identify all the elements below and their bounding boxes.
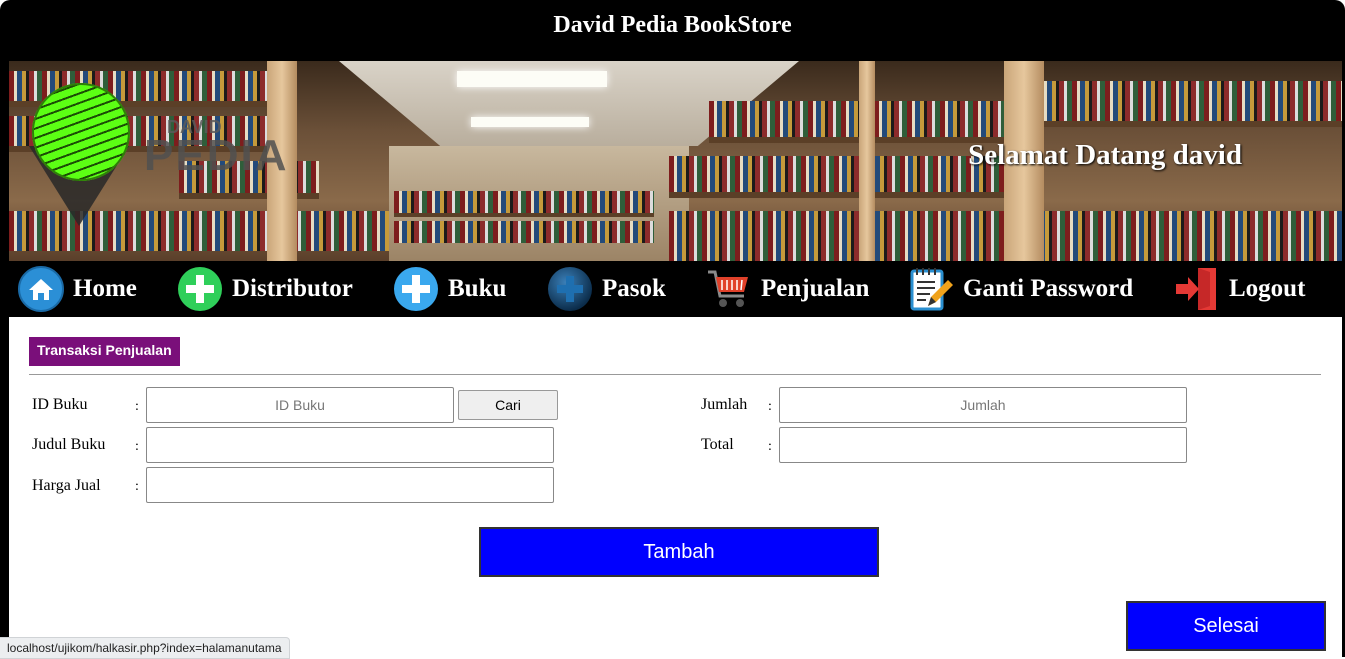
logo-text-big: PEDIA bbox=[144, 131, 289, 180]
logout-icon bbox=[1176, 268, 1216, 310]
app-window: David Pedia BookStore DAVID PEDIA Selama… bbox=[0, 0, 1345, 659]
total-input[interactable] bbox=[779, 427, 1187, 463]
logo-globe-icon bbox=[32, 83, 130, 181]
nav-label: Ganti Password bbox=[963, 275, 1134, 302]
nav-home[interactable]: Home bbox=[18, 266, 137, 312]
nav-label: Buku bbox=[448, 275, 507, 302]
shelf-board bbox=[669, 192, 1009, 198]
nav-penjualan[interactable]: Penjualan bbox=[706, 266, 869, 312]
notepad-pencil-icon bbox=[910, 268, 953, 311]
cari-button[interactable]: Cari bbox=[458, 390, 558, 420]
nav-label: Pasok bbox=[602, 275, 666, 302]
nav-label: Logout bbox=[1229, 275, 1306, 302]
jumlah-label: Jumlah bbox=[701, 396, 748, 413]
bookshelf-row bbox=[394, 191, 654, 213]
nav-buku[interactable]: Buku bbox=[393, 266, 506, 312]
shelf-board bbox=[179, 193, 319, 199]
bookshelf-row bbox=[669, 156, 1009, 192]
harga-jual-input[interactable] bbox=[146, 467, 554, 503]
welcome-message: Selamat Datang david bbox=[968, 139, 1242, 171]
colon: : bbox=[768, 399, 772, 414]
judul-buku-input[interactable] bbox=[146, 427, 554, 463]
ceiling-light bbox=[457, 71, 607, 87]
jumlah-input[interactable] bbox=[779, 387, 1187, 423]
nav-ganti-password[interactable]: Ganti Password bbox=[908, 266, 1133, 312]
nav-logout[interactable]: Logout bbox=[1174, 266, 1305, 312]
section-title: Transaksi Penjualan bbox=[29, 337, 180, 366]
colon: : bbox=[135, 479, 139, 494]
home-icon bbox=[18, 266, 64, 312]
nav-pasok[interactable]: Pasok bbox=[547, 266, 666, 312]
colon: : bbox=[768, 439, 772, 454]
pillar bbox=[859, 61, 875, 261]
nav-label: Distributor bbox=[232, 275, 353, 302]
ceiling-light bbox=[471, 117, 589, 127]
id-buku-label: ID Buku bbox=[32, 396, 88, 413]
plus-green-icon bbox=[178, 267, 222, 311]
judul-buku-label: Judul Buku bbox=[32, 436, 106, 453]
plus-dark-icon bbox=[548, 267, 592, 311]
bookshelf-row bbox=[394, 221, 654, 243]
id-buku-input[interactable] bbox=[146, 387, 454, 423]
selesai-button[interactable]: Selesai bbox=[1126, 601, 1326, 651]
nav-distributor[interactable]: Distributor bbox=[177, 266, 353, 312]
plus-blue-icon bbox=[394, 267, 438, 311]
tambah-button[interactable]: Tambah bbox=[479, 527, 879, 577]
colon: : bbox=[135, 439, 139, 454]
header-banner: DAVID PEDIA Selamat Datang david bbox=[9, 61, 1342, 261]
bookshelf-row bbox=[1039, 81, 1342, 121]
divider bbox=[29, 374, 1321, 375]
status-bar-url: localhost/ujikom/halkasir.php?index=hala… bbox=[0, 637, 290, 659]
page-title: David Pedia BookStore bbox=[553, 12, 792, 38]
nav-label: Home bbox=[73, 275, 137, 302]
colon: : bbox=[135, 399, 139, 414]
shelf-board bbox=[394, 213, 654, 217]
nav-label: Penjualan bbox=[761, 275, 870, 302]
main-nav: Home Distributor Buku Pasok Penjualan Ga… bbox=[9, 262, 1342, 316]
total-label: Total bbox=[701, 436, 734, 453]
shelf-board bbox=[1039, 121, 1342, 127]
cart-icon bbox=[708, 270, 748, 307]
harga-jual-label: Harga Jual bbox=[32, 477, 101, 494]
main-content: Transaksi Penjualan ID Buku : Cari Judul… bbox=[9, 317, 1342, 657]
